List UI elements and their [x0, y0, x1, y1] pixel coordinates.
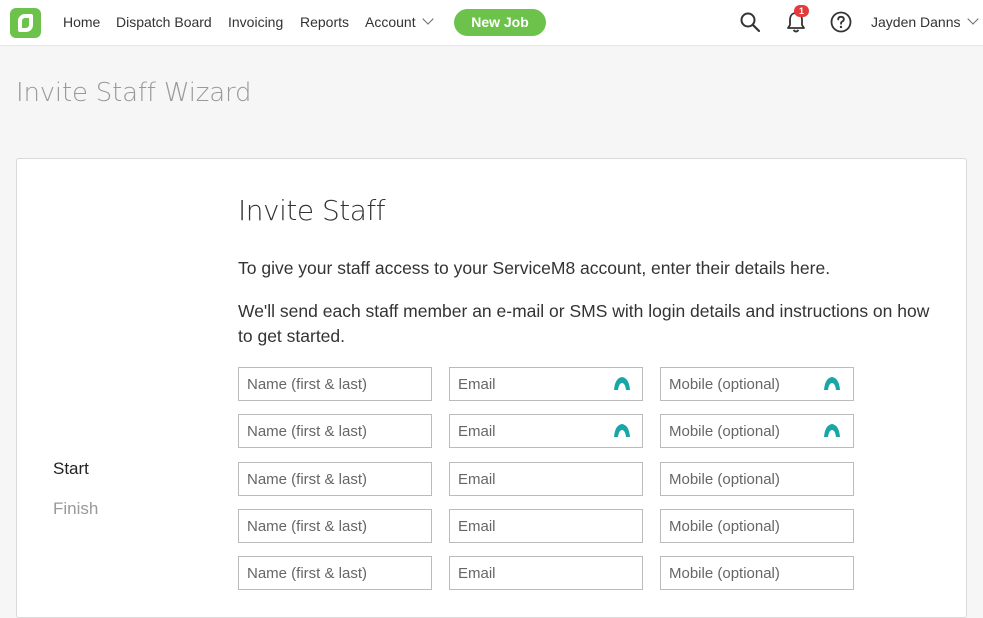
new-job-button[interactable]: New Job [454, 9, 546, 36]
autofill-icon[interactable] [612, 421, 632, 441]
nav-dispatch-board[interactable]: Dispatch Board [116, 14, 212, 30]
user-menu[interactable]: Jayden Danns [871, 13, 979, 30]
top-navigation-bar: Home Dispatch Board Invoicing Reports Ac… [0, 0, 983, 46]
logo-mark-icon [18, 14, 33, 32]
search-icon[interactable] [738, 10, 762, 34]
autofill-icon[interactable] [822, 421, 842, 441]
form-heading: Invite Staff [238, 194, 386, 227]
chevron-down-icon [966, 13, 979, 25]
staff-name-input[interactable] [238, 462, 432, 496]
nav-invoicing[interactable]: Invoicing [228, 14, 283, 30]
help-icon[interactable] [829, 10, 853, 34]
nav-account-label: Account [365, 14, 416, 30]
staff-name-input[interactable] [238, 414, 432, 448]
form-instructions-text: We'll send each staff member an e-mail o… [238, 301, 930, 346]
wizard-steps: Start Finish [53, 449, 98, 529]
page-title: Invite Staff Wizard [16, 78, 252, 108]
notification-badge: 1 [794, 5, 809, 17]
staff-mobile-input[interactable] [660, 509, 854, 543]
staff-name-input[interactable] [238, 509, 432, 543]
staff-mobile-input[interactable] [660, 556, 854, 590]
step-start[interactable]: Start [53, 449, 98, 489]
nav-home[interactable]: Home [63, 14, 100, 30]
nav-account-menu[interactable]: Account [365, 13, 434, 30]
staff-mobile-input[interactable] [660, 462, 854, 496]
autofill-icon[interactable] [612, 374, 632, 394]
servicem8-logo[interactable] [10, 8, 41, 38]
chevron-down-icon [421, 13, 434, 25]
nav-reports[interactable]: Reports [300, 14, 349, 30]
staff-email-input[interactable] [449, 509, 643, 543]
staff-email-input[interactable] [449, 462, 643, 496]
form-intro-text: To give your staff access to your Servic… [238, 258, 831, 278]
step-finish[interactable]: Finish [53, 489, 98, 529]
autofill-icon[interactable] [822, 374, 842, 394]
staff-name-input[interactable] [238, 367, 432, 401]
staff-email-input[interactable] [449, 556, 643, 590]
staff-name-input[interactable] [238, 556, 432, 590]
user-name: Jayden Danns [871, 14, 961, 30]
